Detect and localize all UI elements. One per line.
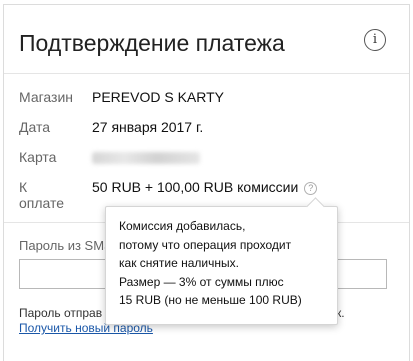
date-label: Дата bbox=[19, 119, 51, 135]
card-number-blurred bbox=[92, 149, 200, 167]
tooltip-line: Комиссия добавилась, bbox=[119, 219, 246, 233]
date-value: 27 января 2017 г. bbox=[92, 119, 204, 135]
sms-password-label: Пароль из SMS bbox=[19, 238, 113, 253]
page-title: Подтверждение платежа bbox=[19, 30, 285, 56]
tooltip-line: как снятие наличных. bbox=[119, 256, 239, 270]
tooltip-line: Размер — 3% от суммы плюс bbox=[119, 274, 284, 289]
shop-value: PEREVOD S KARTY bbox=[92, 89, 225, 105]
card-label: Карта bbox=[19, 149, 57, 165]
commission-tooltip: Комиссия добавилась, потому что операция… bbox=[105, 197, 338, 325]
amount-label: К оплате bbox=[19, 179, 65, 211]
amount-value-wrap: 50 RUB + 100,00 RUB комиссии? bbox=[92, 179, 318, 195]
tooltip-line: 15 RUB (но не меньше 100 RUB) bbox=[119, 293, 302, 307]
amount-value: 50 RUB + 100,00 RUB комиссии bbox=[92, 179, 299, 195]
tooltip-line: потому что операция проходит bbox=[119, 237, 292, 252]
question-icon[interactable]: ? bbox=[304, 182, 318, 195]
card-number-redaction bbox=[92, 152, 200, 164]
shop-label: Магазин bbox=[19, 89, 74, 105]
info-icon[interactable]: i bbox=[364, 29, 386, 51]
password-sent-text-start: Пароль отправ bbox=[19, 306, 103, 320]
card-header: Подтверждение платежа i bbox=[4, 5, 409, 74]
